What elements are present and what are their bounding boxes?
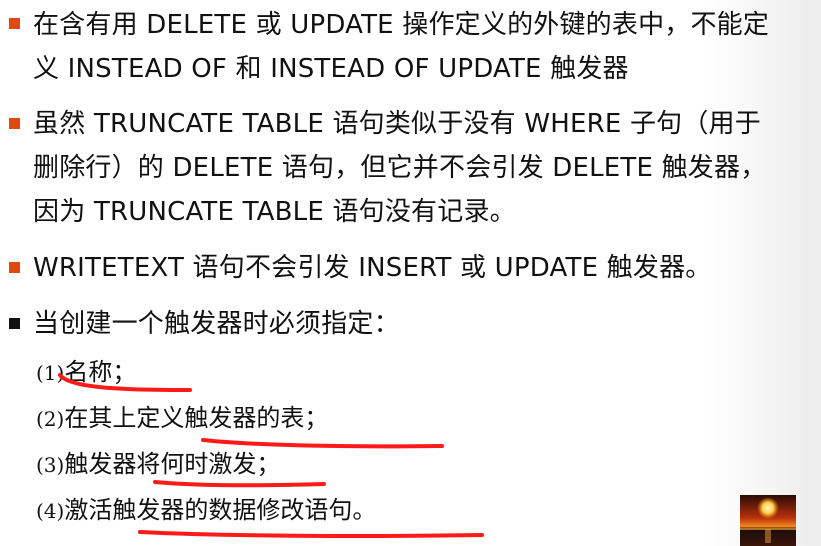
annotation-layer <box>58 373 484 538</box>
slide: 在含有用 DELETE 或 UPDATE 操作定义的外键的表中，不能定义 INS… <box>0 0 821 546</box>
underline-stroke-3 <box>153 480 326 488</box>
underline-stroke-1 <box>58 373 192 392</box>
underline-stroke-4 <box>138 530 484 538</box>
underline-stroke-2 <box>201 438 444 449</box>
sunset-image-icon <box>740 495 796 546</box>
